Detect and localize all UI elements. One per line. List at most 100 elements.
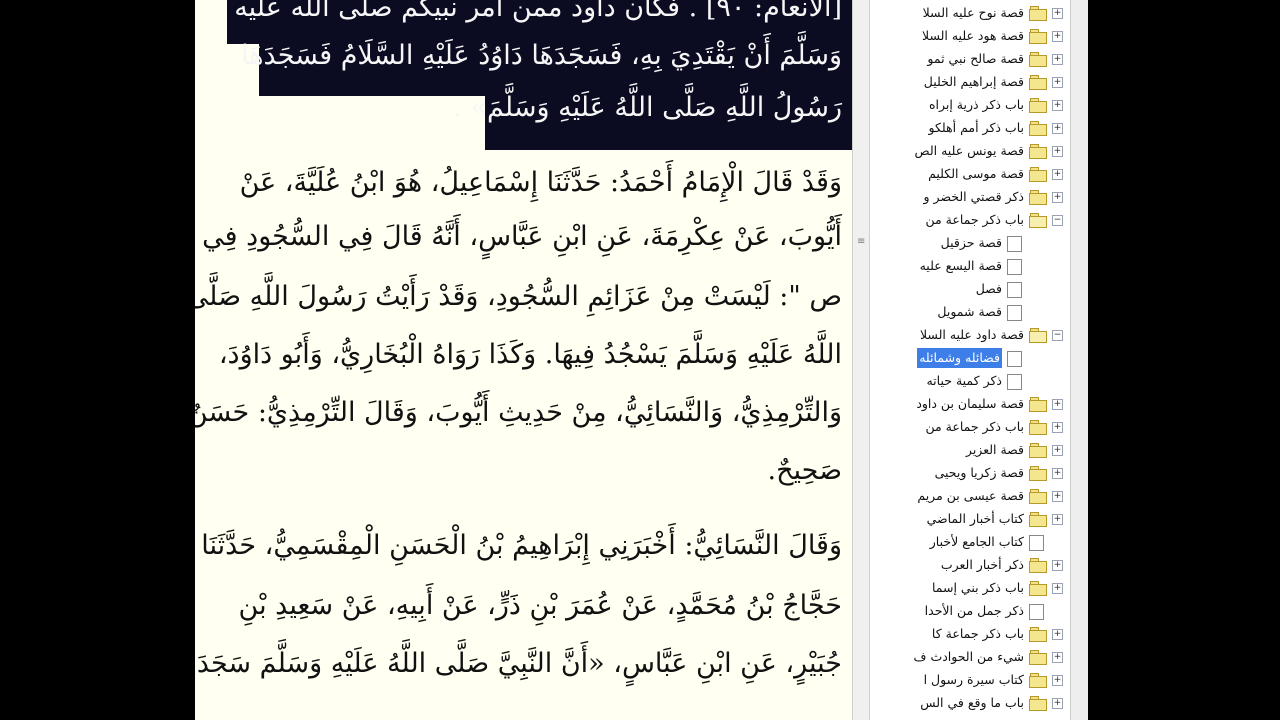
tree-item[interactable]: + كتاب أخبار الماضي [870,508,1070,531]
tree-item[interactable]: فصل [870,278,1070,301]
expand-icon[interactable]: + [1052,100,1063,111]
table-of-contents-tree[interactable]: + قصة نوح عليه السلا + قصة هود عليه السلا + ق… [870,0,1070,720]
text-line: وَقَدْ قَالَ الْإِمَامُ أَحْمَدُ: حَدَّث… [239,167,842,198]
tree-item-label: قصة سليمان بن داود [916,396,1024,411]
text-line: صَحِيحٌ. [767,455,842,486]
expand-icon[interactable]: + [1052,675,1063,686]
expand-icon[interactable]: + [1052,468,1063,479]
expand-icon[interactable]: + [1052,445,1063,456]
tree-item-label: ذكر جمل من الأحدا [924,603,1024,618]
tree-item[interactable]: فضائله وشمائله [870,347,1070,370]
folder-icon [1029,121,1047,136]
tree-item[interactable]: + قصة سليمان بن داود [870,393,1070,416]
expand-icon[interactable]: + [1052,54,1063,65]
tree-item[interactable]: + قصة هود عليه السلا [870,25,1070,48]
tree-item[interactable]: قصة حزقيل [870,232,1070,255]
tree-item[interactable]: + باب ذكر بني إسما [870,577,1070,600]
folder-icon [1029,144,1047,159]
folder-icon [1029,397,1047,412]
highlighted-paragraph: [الأنعام: ٩٠] . فكان داود ممن أمر نبيكم … [222,0,842,134]
expand-icon[interactable]: + [1052,514,1063,525]
tree-item-label: قصة موسى الكليم [928,166,1024,181]
tree-item[interactable]: + قصة عيسى بن مريم [870,485,1070,508]
tree-item-label: فصل [975,281,1002,296]
tree-item[interactable]: + قصة نوح عليه السلا [870,2,1070,25]
splitter-grip-icon: ≡ [857,236,866,247]
tree-item[interactable]: ذكر كمية حياته [870,370,1070,393]
expand-icon[interactable]: + [1052,8,1063,19]
folder-icon [1029,673,1047,688]
collapse-icon[interactable]: − [1052,215,1063,226]
tree-item-label: قصة صالح نبي ثمو [927,51,1024,66]
tree-item[interactable]: ذكر جمل من الأحدا [870,600,1070,623]
page-icon [1029,535,1044,551]
text-line: وَقَالَ النَّسَائِيُّ: أَخْبَرَنِي إِبْر… [201,530,842,561]
tree-scrollbar[interactable] [1070,0,1088,720]
tree-item[interactable]: + قصة إبراهيم الخليل [870,71,1070,94]
tree-item-label: باب ذكر جماعة من [925,212,1024,227]
folder-icon [1029,98,1047,113]
tree-item[interactable]: + باب ذكر ذرية إبراه [870,94,1070,117]
expand-icon[interactable]: + [1052,491,1063,502]
expand-icon[interactable]: + [1052,77,1063,88]
folder-icon [1029,650,1047,665]
tree-item[interactable]: + باب ذكر أمم أهلكو [870,117,1070,140]
tree-item-label: كتاب أخبار الماضي [926,511,1024,526]
tree-item[interactable]: + شيء من الحوادث ف [870,646,1070,669]
tree-item[interactable]: + قصة موسى الكليم [870,163,1070,186]
tree-item[interactable]: + قصة العزير [870,439,1070,462]
tree-item-label: قصة يونس عليه الص [914,143,1024,158]
tree-item[interactable]: + ذكر قصتي الخضر و [870,186,1070,209]
expand-icon[interactable]: + [1052,652,1063,663]
book-reader-pane[interactable]: [الأنعام: ٩٠] . فكان داود ممن أمر نبيكم … [195,0,852,720]
tree-item-label: قصة العزير [965,442,1024,457]
tree-item[interactable]: + ذكر أخبار العرب [870,554,1070,577]
expand-icon[interactable]: + [1052,169,1063,180]
expand-icon[interactable]: + [1052,123,1063,134]
tree-item[interactable]: + كتاب سيرة رسول ا [870,669,1070,692]
page-icon [1007,305,1022,321]
tree-item-label: قصة نوح عليه السلا [922,5,1024,20]
tree-item-label: كتاب سيرة رسول ا [923,672,1024,687]
tree-item-label: باب ذكر ذرية إبراه [928,97,1024,112]
expand-icon[interactable]: + [1052,698,1063,709]
tree-item[interactable]: + باب ما وقع في الس [870,692,1070,715]
folder-icon [1029,512,1047,527]
tree-item[interactable]: − قصة داود عليه السلا [870,324,1070,347]
tree-item-label: باب ما وقع في الس [920,695,1024,710]
folder-icon [1029,6,1047,21]
tree-item[interactable]: + قصة صالح نبي ثمو [870,48,1070,71]
text-line: أَيُّوبَ، عَنْ عِكْرِمَةَ، عَنِ ابْنِ عَ… [195,221,842,252]
folder-icon [1029,696,1047,711]
tree-item[interactable]: + باب ذكر جماعة كا [870,623,1070,646]
tree-item-label: قصة هود عليه السلا [921,28,1024,43]
expand-icon[interactable]: + [1052,192,1063,203]
folder-open-icon [1029,213,1047,228]
tree-item-label: باب ذكر جماعة كا [931,626,1024,641]
tree-item[interactable]: قصة اليسع عليه [870,255,1070,278]
folder-icon [1029,581,1047,596]
expand-icon[interactable]: + [1052,146,1063,157]
tree-item-label: قصة عيسى بن مريم [917,488,1024,503]
pane-splitter[interactable]: ≡ [852,0,870,720]
tree-item-label: باب ذكر بني إسما [931,580,1024,595]
text-line: رَسُولُ اللَّهِ صَلَّى اللَّهُ عَلَيْهِ … [453,92,842,123]
tree-item[interactable]: كتاب الجامع لأخبار [870,531,1070,554]
tree-item[interactable]: − باب ذكر جماعة من [870,209,1070,232]
page-icon [1029,604,1044,620]
expand-icon[interactable]: + [1052,560,1063,571]
expand-icon[interactable]: + [1052,629,1063,640]
text-line: اللَّهُ عَلَيْهِ وَسَلَّمَ يَسْجُدُ فِيه… [218,339,842,370]
tree-item[interactable]: + قصة يونس عليه الص [870,140,1070,163]
tree-item[interactable]: + قصة زكريا ويحيى [870,462,1070,485]
expand-icon[interactable]: + [1052,31,1063,42]
paragraph-nasai-narration: وَقَالَ النَّسَائِيُّ: أَخْبَرَنِي إِبْر… [197,515,842,693]
expand-icon[interactable]: + [1052,422,1063,433]
expand-icon[interactable]: + [1052,399,1063,410]
tree-item[interactable]: قصة شمويل [870,301,1070,324]
collapse-icon[interactable]: − [1052,330,1063,341]
tree-item[interactable]: + باب ذكر جماعة من [870,416,1070,439]
expand-icon[interactable]: + [1052,583,1063,594]
text-line: وَالتِّرْمِذِيُّ، وَالنَّسَائِيُّ، مِنْ … [195,397,842,428]
folder-icon [1029,558,1047,573]
